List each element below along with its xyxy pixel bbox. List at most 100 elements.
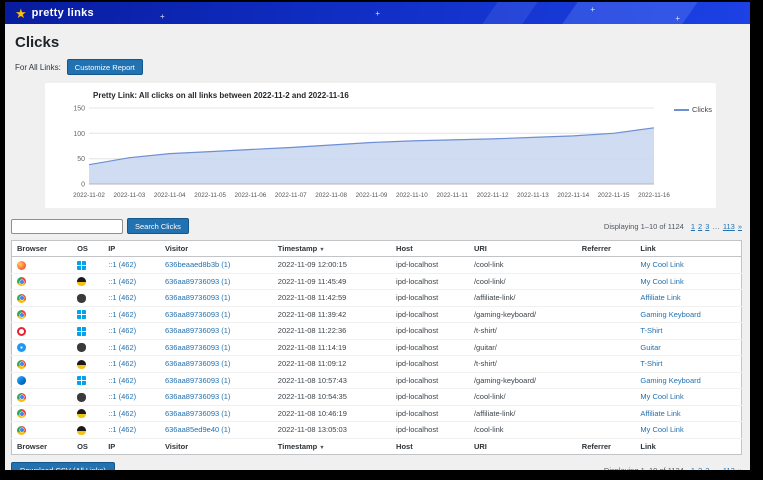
visitor-cell: 636aa89736093 (1) [160, 389, 273, 406]
pagination-page-»[interactable]: » [738, 466, 742, 470]
pagination-page-»[interactable]: » [738, 222, 742, 231]
svg-text:2022-11-11: 2022-11-11 [437, 192, 469, 199]
visitor-cell: 636aa85ed9e40 (1) [160, 422, 273, 439]
pretty-link-link[interactable]: My Cool Link [640, 425, 683, 434]
column-header-ip[interactable]: IP [103, 438, 160, 454]
visitor-link[interactable]: 636aa89736093 (1) [165, 409, 230, 418]
pretty-link-link[interactable]: Guitar [640, 343, 660, 352]
column-header-os[interactable]: OS [72, 438, 103, 454]
pagination-page-3[interactable]: 3 [705, 222, 709, 231]
column-header-visitor[interactable]: Visitor [160, 241, 273, 257]
pretty-link-link[interactable]: T-Shirt [640, 359, 662, 368]
column-header-host[interactable]: Host [391, 241, 469, 257]
svg-text:2022-11-07: 2022-11-07 [275, 192, 307, 199]
referrer-cell [577, 389, 636, 406]
download-csv-button[interactable]: Download CSV (All Links) [11, 462, 115, 470]
linux-os-icon [77, 277, 86, 286]
os-cell [72, 306, 103, 323]
ip-link[interactable]: ::1 (462) [108, 326, 136, 335]
customize-report-button[interactable]: Customize Report [67, 59, 143, 75]
pretty-link-link[interactable]: Affiliate Link [640, 409, 680, 418]
column-header-referrer[interactable]: Referrer [577, 438, 636, 454]
column-header-browser[interactable]: Browser [12, 438, 73, 454]
footer-row: Download CSV (All Links) Displaying 1–10… [11, 462, 742, 470]
ip-link[interactable]: ::1 (462) [108, 425, 136, 434]
visitor-link[interactable]: 636aa89736093 (1) [165, 277, 230, 286]
pretty-link-cell: Gaming Keyboard [635, 372, 741, 389]
pagination-page-2[interactable]: 2 [698, 466, 702, 470]
column-header-timestamp[interactable]: Timestamp▼ [273, 438, 391, 454]
pagination-page-2[interactable]: 2 [698, 222, 702, 231]
clicks-area-chart: 0501001502022-11-022022-11-032022-11-042… [53, 102, 708, 206]
column-header-ip[interactable]: IP [103, 241, 160, 257]
host-cell: ipd-localhost [391, 257, 469, 274]
pretty-link-link[interactable]: Gaming Keyboard [640, 310, 700, 319]
pretty-link-link[interactable]: My Cool Link [640, 260, 683, 269]
browser-cell [12, 389, 73, 406]
search-input[interactable] [11, 219, 123, 234]
visitor-link[interactable]: 636aa89736093 (1) [165, 392, 230, 401]
ip-link[interactable]: ::1 (462) [108, 392, 136, 401]
ip-link[interactable]: ::1 (462) [108, 310, 136, 319]
visitor-link[interactable]: 636aa89736093 (1) [165, 343, 230, 352]
pagination-page-1[interactable]: 1 [691, 222, 695, 231]
visitor-link[interactable]: 636aa89736093 (1) [165, 293, 230, 302]
host-cell: ipd-localhost [391, 372, 469, 389]
linux-os-icon [77, 409, 86, 418]
pretty-link-link[interactable]: Gaming Keyboard [640, 376, 700, 385]
column-header-visitor[interactable]: Visitor [160, 438, 273, 454]
column-header-timestamp[interactable]: Timestamp▼ [273, 241, 391, 257]
os-cell [72, 339, 103, 356]
column-header-host[interactable]: Host [391, 438, 469, 454]
visitor-link[interactable]: 636beaaed8b3b (1) [165, 260, 230, 269]
column-header-referrer[interactable]: Referrer [577, 241, 636, 257]
column-header-uri[interactable]: URI [469, 241, 577, 257]
chrome-browser-icon [17, 393, 26, 402]
pretty-link-link[interactable]: My Cool Link [640, 392, 683, 401]
column-header-uri[interactable]: URI [469, 438, 577, 454]
pretty-link-link[interactable]: T-Shirt [640, 326, 662, 335]
column-header-link[interactable]: Link [635, 241, 741, 257]
column-header-os[interactable]: OS [72, 241, 103, 257]
ip-link[interactable]: ::1 (462) [108, 343, 136, 352]
ip-link[interactable]: ::1 (462) [108, 260, 136, 269]
visitor-cell: 636aa89736093 (1) [160, 290, 273, 307]
column-header-browser[interactable]: Browser [12, 241, 73, 257]
ip-link[interactable]: ::1 (462) [108, 409, 136, 418]
ip-link[interactable]: ::1 (462) [108, 376, 136, 385]
visitor-link[interactable]: 636aa89736093 (1) [165, 326, 230, 335]
visitor-link[interactable]: 636aa89736093 (1) [165, 310, 230, 319]
header-row: BrowserOSIPVisitorTimestamp▼HostURIRefer… [12, 241, 742, 257]
visitor-link[interactable]: 636aa85ed9e40 (1) [165, 425, 230, 434]
pagination-page-113[interactable]: 113 [723, 466, 735, 470]
ip-link[interactable]: ::1 (462) [108, 359, 136, 368]
page-content: Clicks For All Links: Customize Report P… [5, 24, 750, 470]
pretty-link-link[interactable]: Affiliate Link [640, 293, 680, 302]
svg-text:2022-11-13: 2022-11-13 [517, 192, 549, 199]
chrome-browser-icon [17, 294, 26, 303]
pagination-ellipsis: … [712, 222, 720, 231]
pretty-link-cell: My Cool Link [635, 389, 741, 406]
apple-os-icon [77, 343, 86, 352]
visitor-link[interactable]: 636aa89736093 (1) [165, 376, 230, 385]
referrer-cell [577, 422, 636, 439]
table-header: BrowserOSIPVisitorTimestamp▼HostURIRefer… [12, 241, 742, 257]
uri-cell: /t-shirt/ [469, 323, 577, 340]
ip-link[interactable]: ::1 (462) [108, 293, 136, 302]
table-row: ::1 (462)636aa89736093 (1)2022-11-08 11:… [12, 356, 742, 373]
pagination-page-113[interactable]: 113 [723, 222, 735, 231]
search-clicks-button[interactable]: Search Clicks [127, 218, 189, 234]
table-row: ::1 (462)636aa85ed9e40 (1)2022-11-08 13:… [12, 422, 742, 439]
svg-text:2022-11-09: 2022-11-09 [356, 192, 388, 199]
table-footer: BrowserOSIPVisitorTimestamp▼HostURIRefer… [12, 438, 742, 454]
visitor-link[interactable]: 636aa89736093 (1) [165, 359, 230, 368]
pagination-page-3[interactable]: 3 [705, 466, 709, 470]
timestamp-cell: 2022-11-08 11:14:19 [273, 339, 391, 356]
windows-os-icon [77, 376, 86, 385]
column-header-link[interactable]: Link [635, 438, 741, 454]
svg-text:2022-11-06: 2022-11-06 [235, 192, 267, 199]
ip-link[interactable]: ::1 (462) [108, 277, 136, 286]
pretty-link-link[interactable]: My Cool Link [640, 277, 683, 286]
pagination-page-1[interactable]: 1 [691, 466, 695, 470]
timestamp-cell: 2022-11-08 10:46:19 [273, 405, 391, 422]
